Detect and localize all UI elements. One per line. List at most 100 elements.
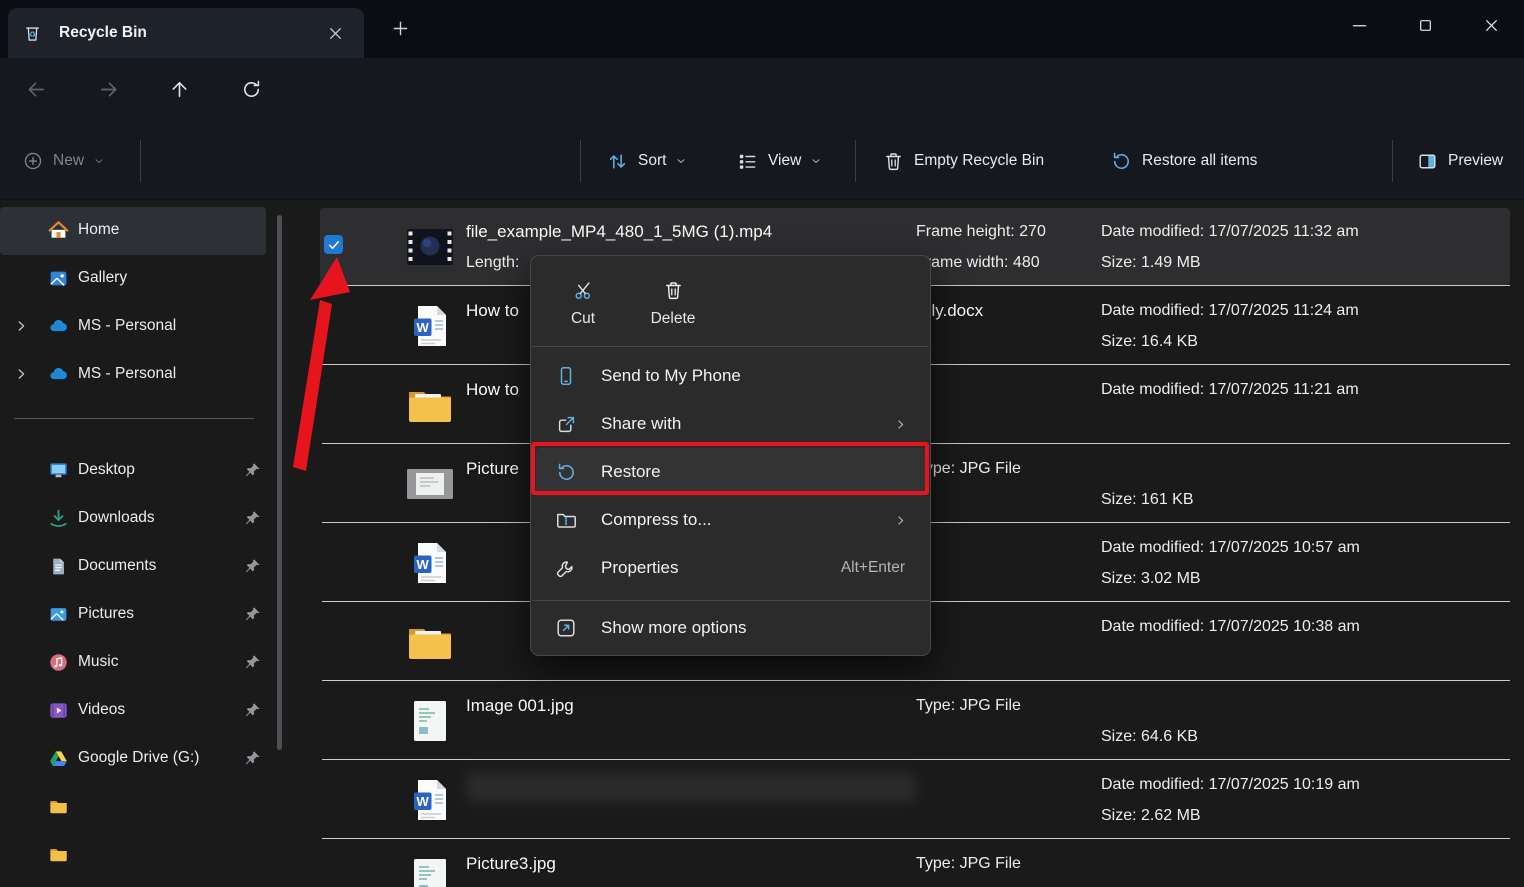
empty-recycle-bin-label: Empty Recycle Bin [914,152,1044,170]
menu-item-send-to-my-phone[interactable]: Send to My Phone [536,352,925,400]
view-button[interactable]: View [726,138,832,184]
svg-text:W: W [417,320,430,335]
svg-text:♻: ♻ [29,30,36,39]
check-icon [327,238,341,252]
sidebar-item-label: Home [78,221,119,239]
sidebar-item-folder[interactable] [0,831,266,879]
documents-icon [47,555,70,578]
file-row[interactable]: Picture3.jpgType: JPG File [300,839,1524,887]
toolbar: New Sort View Empty Recycle Bin Restore … [0,120,1524,200]
svg-text:W: W [417,557,430,572]
sidebar-item-desktop[interactable]: Desktop [0,447,266,495]
toolbar-separator [580,140,581,182]
folder-icon [47,795,70,818]
word-file-icon: W [404,304,456,348]
preview-button-label: Preview [1448,152,1503,170]
menu-item-properties[interactable]: PropertiesAlt+Enter [536,544,925,592]
gdrive-icon [47,747,70,770]
file-name: Picture [466,459,519,479]
quick-action-label: Delete [651,310,696,328]
restore-highlight-box [531,442,929,495]
expand-chevron-icon[interactable] [12,365,30,383]
toolbar-separator [1392,140,1393,182]
up-button[interactable] [159,69,199,109]
preview-button[interactable]: Preview [1406,138,1513,184]
menu-item-share-with[interactable]: Share with [536,400,925,448]
new-tab-button[interactable] [390,18,411,39]
sidebar-item-videos[interactable]: Videos [0,687,266,735]
sidebar-item-google-drive-g[interactable]: Google Drive (G:) [0,735,266,783]
folder-file-icon [404,623,456,661]
sidebar-item-music[interactable]: Music [0,639,266,687]
sort-button[interactable]: Sort [596,138,697,184]
empty-recycle-bin-button[interactable]: Empty Recycle Bin [872,138,1054,184]
sidebar-item-label: Documents [78,557,156,575]
file-explorer-window: ♻ Recycle Bin Recycle Bin Search Recycle… [0,0,1524,887]
tab-recycle-bin[interactable]: ♻ Recycle Bin [8,8,364,58]
sidebar-item-folder[interactable] [0,783,266,831]
refresh-button[interactable] [231,69,271,109]
tab-title: Recycle Bin [59,24,321,42]
sort-button-label: Sort [638,152,666,170]
show-more-icon [554,616,578,640]
file-meta: Frame width: 480 [916,254,1040,272]
sidebar-item-label: MS - Personal [78,365,176,383]
file-row[interactable]: WDate modified: 17/07/2025 10:19 amSize:… [300,760,1524,839]
menu-item-show-more-options[interactable]: Show more options [536,604,925,652]
sidebar-item-pictures[interactable]: Pictures [0,591,266,639]
pin-icon [243,461,262,480]
file-size: Size: 161 KB [1101,491,1194,509]
menu-item-label: Show more options [601,618,925,638]
file-date-modified: Date modified: 17/07/2025 10:57 am [1101,539,1360,557]
file-date-modified: Date modified: 17/07/2025 11:24 am [1101,302,1359,320]
submenu-chevron-icon [894,418,907,431]
titlebar: ♻ Recycle Bin [0,0,1524,58]
file-name: Image 001.jpg [466,696,574,716]
file-date-modified: Date modified: 17/07/2025 11:21 am [1101,381,1359,399]
empty-bin-icon [882,150,905,173]
forward-button[interactable] [88,69,128,109]
restore-all-icon [1110,150,1133,173]
onedrive-icon [47,363,70,386]
sidebar-scrollbar[interactable] [277,215,282,750]
context-quick-cut[interactable]: Cut [545,266,621,340]
context-quick-delete[interactable]: Delete [635,266,711,340]
menu-item-compress-to[interactable]: Compress to... [536,496,925,544]
word-file-icon: W [404,778,456,822]
expand-chevron-icon[interactable] [12,317,30,335]
back-button[interactable] [16,69,56,109]
file-checkbox[interactable] [324,235,343,254]
image-grey-file-icon [404,469,456,499]
restore-all-items-button[interactable]: Restore all items [1100,138,1267,184]
file-row[interactable]: Image 001.jpgType: JPG FileSize: 64.6 KB [300,681,1524,760]
plus-circle-icon [22,150,44,172]
delete-icon [662,279,685,302]
file-meta-length: Length: [466,254,519,272]
file-meta: Frame height: 270 [916,223,1046,241]
window-controls [1326,0,1524,50]
file-size: Size: 1.49 MB [1101,254,1201,272]
close-button[interactable] [1458,3,1524,47]
pin-icon [243,749,262,768]
word-file-icon: W [404,541,456,585]
sidebar-item-label: Gallery [78,269,127,287]
view-icon [736,150,759,173]
new-button[interactable]: New [12,138,115,184]
sidebar-item-ms-personal[interactable]: MS - Personal [0,351,266,399]
menu-item-shortcut: Alt+Enter [841,559,905,577]
sidebar-item-documents[interactable]: Documents [0,543,266,591]
minimize-button[interactable] [1326,3,1392,47]
maximize-button[interactable] [1392,3,1458,47]
sidebar-item-gallery[interactable]: Gallery [0,255,266,303]
compress-icon [554,508,578,532]
folder-file-icon [404,386,456,424]
menu-item-label: Send to My Phone [601,366,925,386]
tab-close-icon[interactable] [321,19,350,48]
svg-text:W: W [417,794,430,809]
sidebar-item-label: Videos [78,701,125,719]
sidebar-item-home[interactable]: Home [0,207,266,255]
sidebar-item-ms-personal[interactable]: MS - Personal [0,303,266,351]
sidebar-item-downloads[interactable]: Downloads [0,495,266,543]
menu-divider [532,346,929,347]
file-name: Picture3.jpg [466,854,556,874]
